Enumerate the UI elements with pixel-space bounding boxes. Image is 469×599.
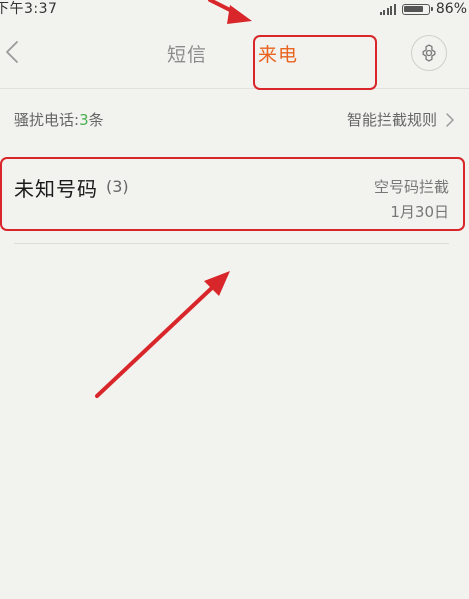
spam-calls-count: 3: [79, 111, 89, 129]
annotation-box-list-item: [0, 157, 465, 231]
header: 短信 来电: [0, 18, 469, 89]
annotation-box-calls-tab: [253, 35, 377, 90]
divider: [14, 243, 449, 244]
spam-calls-summary-row: 骚扰电话:3条 智能拦截规则: [0, 104, 469, 134]
annotation-arrow-bottom: [95, 271, 230, 398]
spam-calls-label: 骚扰电话:: [14, 111, 80, 129]
battery-fill: [404, 6, 424, 12]
spam-calls-summary: 骚扰电话:3条: [14, 109, 104, 130]
annotation-arrows: [95, 0, 252, 398]
chevron-right-icon[interactable]: [445, 112, 455, 128]
gear-icon: [422, 44, 436, 62]
battery-icon: [401, 3, 433, 15]
tab-sms[interactable]: 短信: [167, 40, 207, 67]
status-time: 下午3:37: [0, 1, 58, 17]
signal-icon: [379, 3, 396, 15]
spam-calls-unit: 条: [88, 111, 104, 129]
status-bar: 下午3:37 86%: [0, 0, 469, 18]
back-icon[interactable]: [2, 36, 22, 68]
smart-block-rules-link[interactable]: 智能拦截规则: [347, 109, 437, 130]
settings-button[interactable]: [411, 35, 447, 71]
status-indicators: 86%: [379, 0, 467, 18]
battery-percent: 86%: [435, 1, 467, 17]
